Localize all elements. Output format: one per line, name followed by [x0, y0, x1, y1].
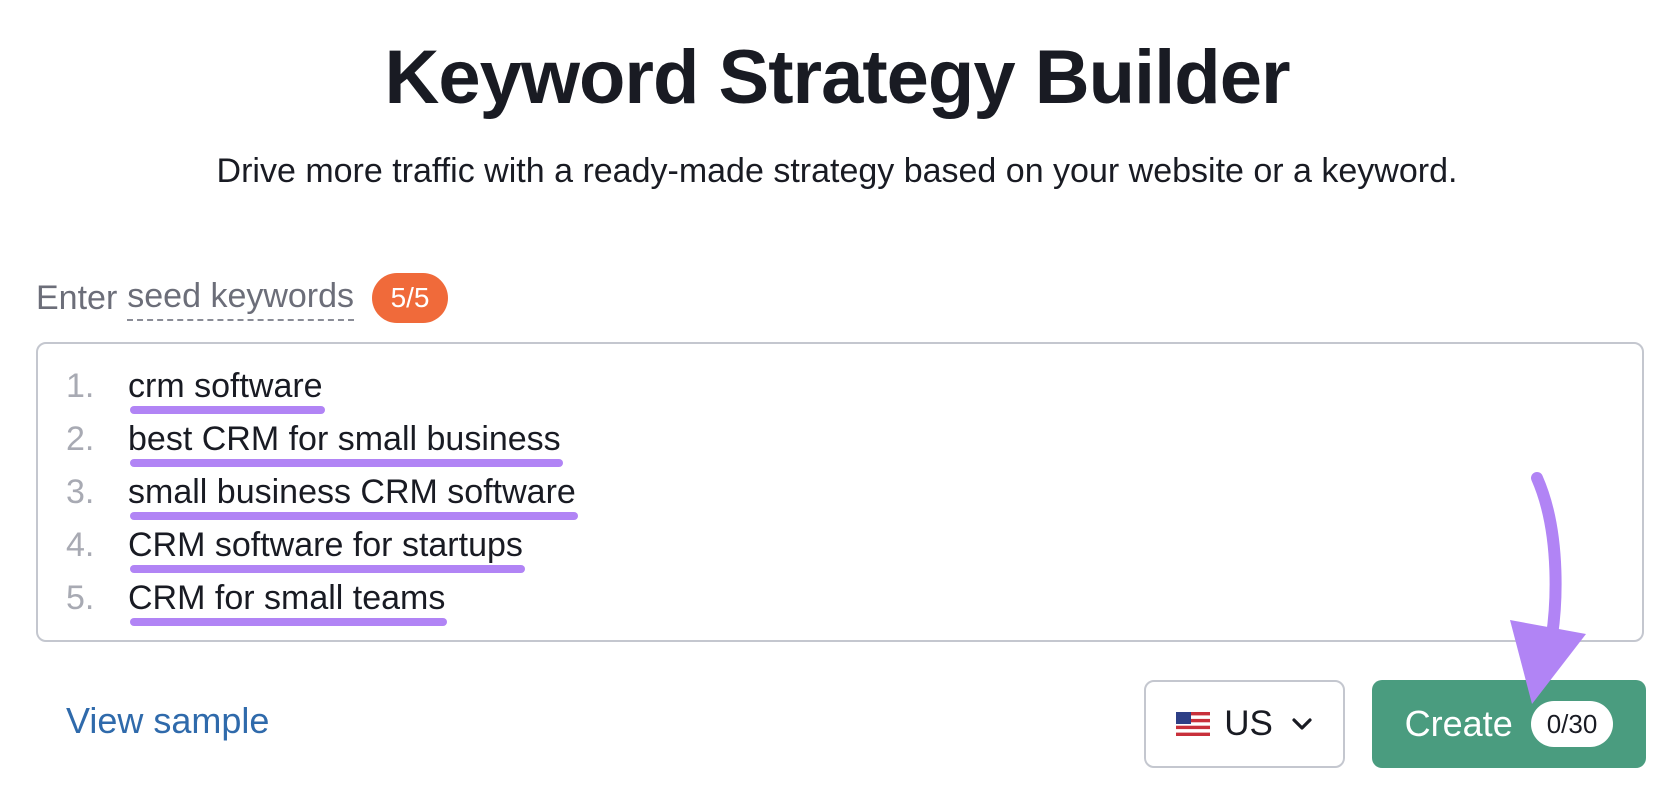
view-sample-link[interactable]: View sample — [66, 700, 269, 742]
keyword-item: 5. CRM for small teams — [66, 576, 576, 629]
keyword-text[interactable]: CRM software for startups — [128, 523, 525, 573]
keyword-item: 3. small business CRM software — [66, 470, 578, 523]
seed-keywords-textarea[interactable]: 1. crm software 2. best CRM for small bu… — [36, 342, 1644, 642]
seed-keywords-tooltip-term[interactable]: seed keywords — [127, 276, 355, 321]
database-select[interactable]: US — [1144, 680, 1345, 768]
keyword-item: 1. crm software — [66, 364, 576, 417]
page-title: Keyword Strategy Builder — [384, 35, 1290, 120]
keyword-count-badge: 5/5 — [372, 273, 449, 323]
seed-keywords-label: Enter seed keywords 5/5 — [36, 270, 449, 326]
keyword-text[interactable]: crm software — [128, 364, 325, 414]
keyword-number: 5. — [66, 579, 95, 617]
keyword-text[interactable]: best CRM for small business — [128, 417, 563, 467]
keyword-number: 4. — [66, 526, 95, 564]
seed-label-prefix: Enter — [36, 278, 118, 317]
keyword-text[interactable]: CRM for small teams — [128, 576, 448, 626]
keyword-item: 4. CRM software for startups — [66, 523, 576, 576]
keyword-number: 3. — [66, 473, 95, 511]
page-subtitle: Drive more traffic with a ready-made str… — [216, 152, 1458, 190]
us-flag-icon — [1176, 712, 1211, 736]
keyword-item: 2. best CRM for small business — [66, 417, 576, 470]
keyword-number: 2. — [66, 420, 95, 458]
keyword-number: 1. — [66, 367, 95, 405]
keyword-text[interactable]: small business CRM software — [128, 470, 578, 520]
keyword-list: 1. crm software 2. best CRM for small bu… — [66, 364, 578, 629]
annotation-arrow-icon — [1510, 472, 1586, 704]
chevron-down-icon — [1292, 718, 1312, 730]
database-select-value: US — [1224, 704, 1273, 743]
